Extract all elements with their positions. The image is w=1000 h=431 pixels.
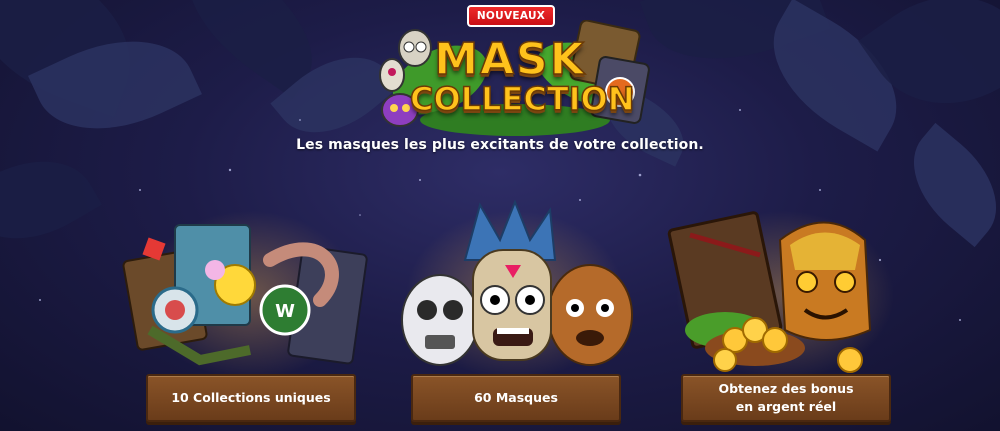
logo-title-line2: COLLECTION — [409, 79, 635, 119]
feature-label-plank: Obtenez des bonus en argent réel — [681, 374, 891, 422]
mask-collection-logo: MASK COLLECTION — [370, 19, 660, 138]
feature-real-money-bonus: Obtenez des bonus en argent réel — [655, 200, 915, 428]
feature-label-line1: Obtenez des bonus — [718, 381, 854, 396]
page-subtitle: Les masques les plus excitants de votre … — [296, 137, 704, 153]
feature-collections: W 10 Collections uniques — [120, 200, 380, 428]
svg-text:W: W — [275, 301, 295, 322]
feature-masks: 60 Masques — [385, 200, 645, 428]
feature-label-plank: 60 Masques — [411, 374, 621, 422]
feature-label-plank: 10 Collections uniques — [146, 374, 356, 422]
bonus-artwork — [667, 211, 872, 373]
feature-label-line2: en argent réel — [735, 399, 837, 414]
logo-title-line1: MASK — [433, 33, 586, 86]
masks-artwork — [401, 200, 633, 366]
feature-label: 10 Collections uniques — [171, 390, 331, 405]
collections-artwork: W — [122, 224, 368, 366]
feature-label: 60 Masques — [474, 390, 558, 405]
